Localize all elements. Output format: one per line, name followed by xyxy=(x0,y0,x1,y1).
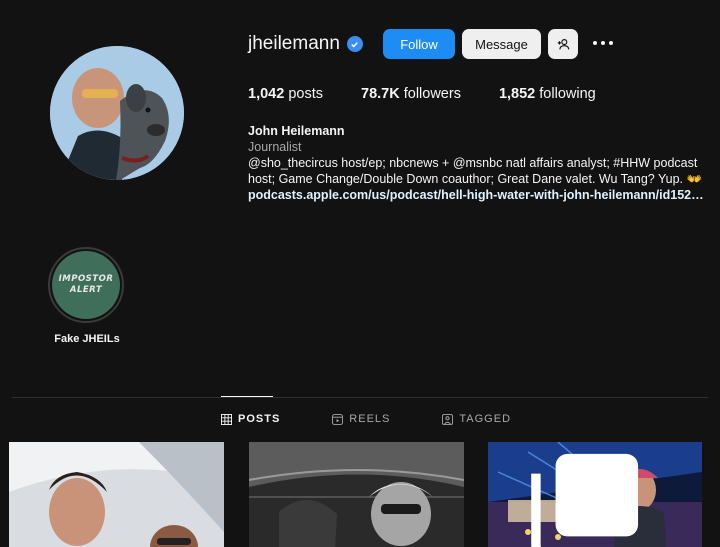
post-image xyxy=(9,442,224,547)
posts-label: posts xyxy=(288,86,323,102)
tab-posts-label: POSTS xyxy=(238,413,281,425)
username-text: jheilemann xyxy=(248,33,340,54)
tagged-icon xyxy=(442,413,454,425)
profile-bio: John Heilemann Journalist @sho_thecircus… xyxy=(248,123,710,203)
posts-stat[interactable]: 1,042 posts xyxy=(248,86,323,102)
bio-full-name: John Heilemann xyxy=(248,124,345,138)
follow-button[interactable]: Follow xyxy=(383,29,455,59)
grid-icon xyxy=(221,413,232,425)
post-thumbnail[interactable] xyxy=(488,442,702,547)
following-stat[interactable]: 1,852 following xyxy=(499,86,596,102)
followers-count: 78.7K xyxy=(361,86,400,102)
more-options-icon[interactable] xyxy=(593,36,615,50)
bio-text: @sho_thecircus host/ep; nbcnews + @msnbc… xyxy=(248,156,703,186)
highlight-ring: IMPOSTOR ALERT xyxy=(48,247,124,323)
profile-stats: 1,042 posts 78.7K followers 1,852 follow… xyxy=(248,86,634,102)
followers-stat[interactable]: 78.7K followers xyxy=(361,86,461,102)
story-highlight[interactable]: IMPOSTOR ALERT Fake JHEILs xyxy=(48,247,126,345)
bio-link[interactable]: podcasts.apple.com/us/podcast/hell-high-… xyxy=(248,187,710,203)
posts-count: 1,042 xyxy=(248,86,285,102)
profile-avatar[interactable] xyxy=(50,46,184,180)
suggest-accounts-button[interactable] xyxy=(548,29,578,59)
tab-posts[interactable]: POSTS xyxy=(221,413,280,425)
active-tab-indicator xyxy=(221,396,273,397)
tab-tagged-label: TAGGED xyxy=(459,413,512,425)
following-label: following xyxy=(539,86,596,102)
profile-tabs: POSTS REELS TAGGED xyxy=(221,413,563,425)
post-image xyxy=(249,442,464,547)
highlight-cover-line1: IMPOSTOR xyxy=(58,274,114,284)
message-button[interactable]: Message xyxy=(462,29,541,59)
avatar-photo xyxy=(50,46,184,180)
highlight-label: Fake JHEILs xyxy=(54,333,120,345)
tabs-divider xyxy=(12,397,708,398)
post-thumbnail[interactable] xyxy=(9,442,224,547)
highlight-cover: IMPOSTOR ALERT xyxy=(52,251,120,319)
highlight-cover-line2: ALERT xyxy=(69,285,103,295)
tab-reels[interactable]: REELS xyxy=(332,413,390,425)
followers-label: followers xyxy=(403,86,461,102)
reels-icon xyxy=(332,413,344,425)
verified-badge-icon xyxy=(346,36,363,52)
multiple-photos-icon xyxy=(531,453,639,547)
profile-username: jheilemann xyxy=(248,33,363,55)
tab-tagged[interactable]: TAGGED xyxy=(442,413,511,425)
bio-category: Journalist xyxy=(248,140,302,154)
add-user-icon xyxy=(557,38,569,49)
tab-reels-label: REELS xyxy=(349,413,391,425)
following-count: 1,852 xyxy=(498,86,536,102)
post-thumbnail[interactable] xyxy=(249,442,464,547)
